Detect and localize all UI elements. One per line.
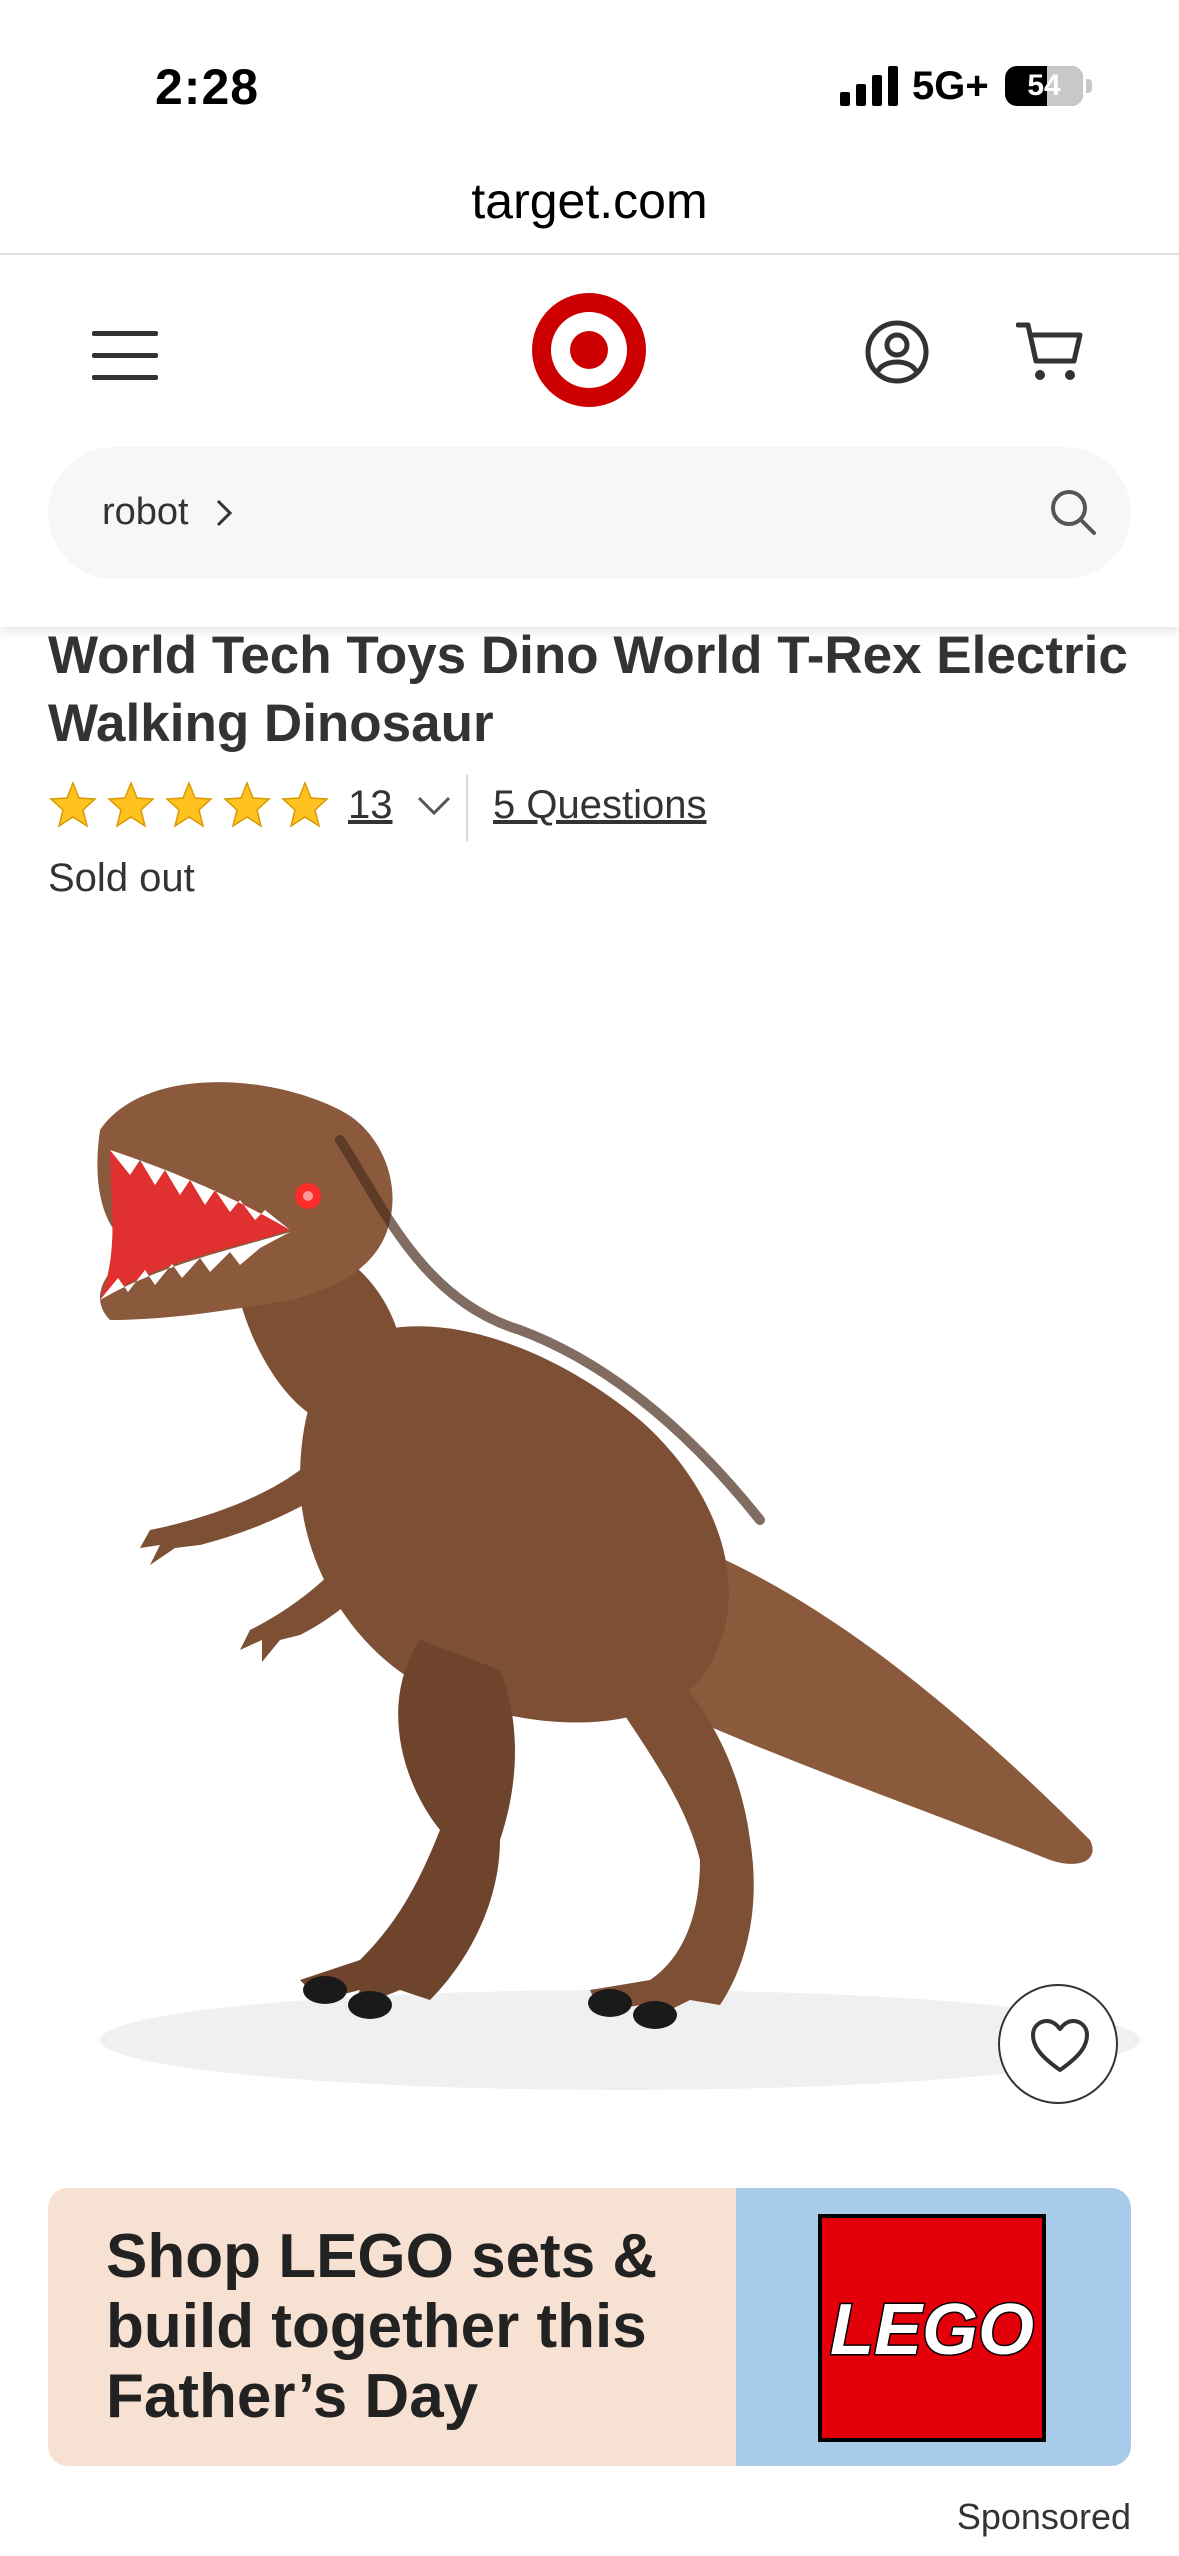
star-icon	[223, 780, 271, 828]
signal-icon	[840, 66, 898, 106]
favorite-button[interactable]	[998, 1984, 1118, 2104]
status-time: 2:28	[155, 59, 260, 115]
ad-headline: Shop LEGO sets & build together this Fat…	[106, 2222, 658, 2431]
sponsored-label: Sponsored	[956, 2496, 1131, 2537]
site-header: robot	[0, 257, 1179, 627]
review-count-link[interactable]: 13	[348, 783, 393, 828]
lego-logo: LEGO	[818, 2214, 1046, 2442]
star-icon	[49, 780, 97, 828]
hamburger-icon[interactable]	[92, 325, 158, 385]
star-icon	[165, 780, 213, 828]
heart-icon	[1031, 2019, 1089, 2072]
target-logo[interactable]	[532, 293, 646, 407]
chevron-down-icon[interactable]	[416, 793, 452, 819]
star-rating[interactable]	[48, 780, 330, 830]
divider	[466, 775, 468, 841]
ad-banner[interactable]: Shop LEGO sets & build together this Fat…	[48, 2188, 1131, 2466]
search-bar[interactable]: robot	[48, 447, 1131, 579]
search-icon[interactable]	[1048, 487, 1098, 537]
star-icon	[107, 780, 155, 828]
url-text: target.com	[471, 173, 708, 229]
battery-nub	[1086, 79, 1092, 93]
lego-logo-text: LEGO	[830, 2290, 1034, 2370]
star-icon	[281, 780, 329, 828]
product-title: World Tech Toys Dino World T-Rex Electri…	[48, 626, 1128, 753]
status-bar: 2:28 5G+ 54	[0, 0, 1179, 160]
battery-icon: 54	[1005, 66, 1083, 106]
battery-level: 54	[1027, 69, 1061, 102]
account-icon[interactable]	[864, 319, 930, 385]
stock-status: Sold out	[48, 856, 195, 900]
chevron-right-icon	[216, 499, 233, 527]
cart-icon[interactable]	[1016, 319, 1084, 385]
rating-row: 13 5 Questions	[48, 775, 1128, 845]
product-image[interactable]	[0, 1000, 1179, 2130]
search-query: robot	[102, 491, 189, 533]
address-bar[interactable]: target.com	[0, 160, 1179, 255]
network-label: 5G+	[912, 64, 989, 108]
questions-link[interactable]: 5 Questions	[493, 783, 706, 828]
